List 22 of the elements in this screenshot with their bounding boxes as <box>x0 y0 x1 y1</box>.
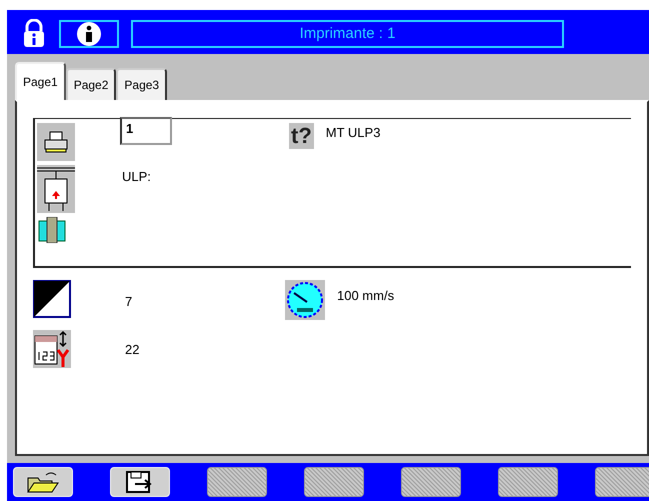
lock-info-icon[interactable] <box>21 19 47 49</box>
info-icon <box>76 21 102 47</box>
export-button[interactable] <box>110 467 170 497</box>
type-label: t? <box>289 123 314 149</box>
printer-type: MT ULP3 <box>326 124 380 142</box>
info-button[interactable] <box>59 20 119 48</box>
contrast-icon[interactable] <box>33 280 71 318</box>
speedometer-icon[interactable] <box>285 280 325 320</box>
window-title: Imprimante : 1 <box>131 20 564 48</box>
tab[interactable]: Page1 <box>15 62 66 100</box>
printer-icon[interactable] <box>37 123 75 161</box>
tab[interactable]: Page3 <box>116 68 168 100</box>
open-folder-button[interactable] <box>13 467 73 497</box>
contrast-value: 7 <box>125 293 134 311</box>
tab[interactable]: Page2 <box>66 68 116 100</box>
print-head-icon[interactable] <box>37 165 75 213</box>
folder-icon <box>26 470 60 494</box>
ulp-label: ULP: <box>122 168 152 186</box>
line-count-value: 22 <box>125 341 140 359</box>
printer-number-field[interactable]: 1 <box>120 117 172 145</box>
calendar-counter-icon[interactable] <box>33 330 71 368</box>
speed-value: 100 mm/s <box>337 287 394 305</box>
